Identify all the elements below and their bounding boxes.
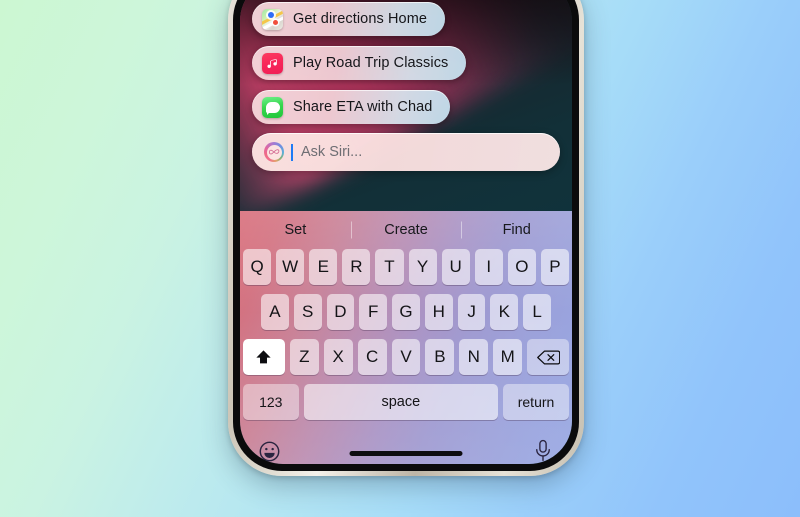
key-e[interactable]: E xyxy=(309,249,338,285)
key-i[interactable]: I xyxy=(474,249,503,285)
keyboard-bottom-bar xyxy=(240,429,572,464)
iphone-screen: Get directions Home Play Road Trip Class… xyxy=(240,0,572,464)
siri-suggestion-label: Share ETA with Chad xyxy=(293,99,433,115)
siri-suggestion-label: Get directions Home xyxy=(293,11,428,27)
prediction-candidate[interactable]: Set xyxy=(240,222,351,238)
key-t[interactable]: T xyxy=(375,249,404,285)
key-j[interactable]: J xyxy=(457,294,486,330)
key-l[interactable]: L xyxy=(523,294,552,330)
key-g[interactable]: G xyxy=(392,294,420,330)
key-r[interactable]: R xyxy=(342,249,371,285)
space-key[interactable]: space xyxy=(303,384,499,420)
messages-app-icon xyxy=(262,96,283,118)
key-p[interactable]: P xyxy=(540,249,569,285)
emoji-icon xyxy=(259,441,280,461)
key-k[interactable]: K xyxy=(490,294,519,330)
key-c[interactable]: C xyxy=(357,339,387,375)
text-caret xyxy=(291,143,293,161)
microphone-icon xyxy=(536,439,550,462)
keyboard-row-top: Q W E R T Y U I O P xyxy=(243,249,569,285)
key-x[interactable]: X xyxy=(323,339,353,375)
key-v[interactable]: V xyxy=(391,339,421,375)
shift-key[interactable] xyxy=(243,339,285,375)
iphone-bezel: Get directions Home Play Road Trip Class… xyxy=(233,0,579,471)
key-a[interactable]: A xyxy=(260,294,289,330)
predictive-text-bar: Set Create Find xyxy=(240,211,572,249)
delete-key[interactable] xyxy=(527,339,570,375)
key-w[interactable]: W xyxy=(276,249,305,285)
siri-suggestion-chip[interactable]: Get directions Home xyxy=(252,2,446,36)
key-h[interactable]: H xyxy=(424,294,453,330)
keyboard-row-middle: A S D F G H J K L xyxy=(243,294,569,330)
shift-icon xyxy=(256,349,272,363)
home-indicator[interactable] xyxy=(349,451,463,456)
key-n[interactable]: N xyxy=(459,339,489,375)
software-keyboard: Set Create Find Q W E R T Y U I O P A S … xyxy=(240,211,572,464)
dictation-key[interactable] xyxy=(532,439,554,463)
keyboard-row-bottom: Z X C V B N M xyxy=(243,339,570,375)
key-o[interactable]: O xyxy=(507,249,536,285)
key-m[interactable]: M xyxy=(493,339,523,375)
key-s[interactable]: S xyxy=(293,294,322,330)
delete-icon xyxy=(536,349,560,365)
numbers-key[interactable]: 123 xyxy=(243,384,299,420)
key-u[interactable]: U xyxy=(441,249,470,285)
siri-suggestion-chip[interactable]: Share ETA with Chad xyxy=(252,90,451,124)
key-y[interactable]: Y xyxy=(408,249,437,285)
key-f[interactable]: F xyxy=(359,294,388,330)
ask-siri-input[interactable]: Ask Siri... xyxy=(252,133,560,171)
prediction-candidate[interactable]: Create xyxy=(351,222,462,238)
key-q[interactable]: Q xyxy=(243,249,272,285)
prediction-candidate[interactable]: Find xyxy=(461,222,572,238)
key-b[interactable]: B xyxy=(425,339,455,375)
ask-siri-placeholder: Ask Siri... xyxy=(301,144,363,160)
maps-app-icon xyxy=(262,8,283,30)
keyboard-rows: Q W E R T Y U I O P A S D F G H J K L Z … xyxy=(240,249,572,420)
siri-suggestion-chip[interactable]: Play Road Trip Classics xyxy=(252,46,467,80)
key-d[interactable]: D xyxy=(326,294,355,330)
emoji-key[interactable] xyxy=(258,440,281,463)
siri-suggestion-label: Play Road Trip Classics xyxy=(293,55,449,71)
siri-orb-icon xyxy=(264,142,284,162)
key-z[interactable]: Z xyxy=(289,339,319,375)
page-background: Get directions Home Play Road Trip Class… xyxy=(0,0,800,517)
iphone-device-frame: Get directions Home Play Road Trip Class… xyxy=(228,0,584,476)
return-key[interactable]: return xyxy=(503,384,570,420)
siri-suggestions-list: Get directions Home Play Road Trip Class… xyxy=(252,2,572,124)
music-app-icon xyxy=(262,52,283,74)
keyboard-row-modifiers: 123 space return xyxy=(243,384,570,420)
